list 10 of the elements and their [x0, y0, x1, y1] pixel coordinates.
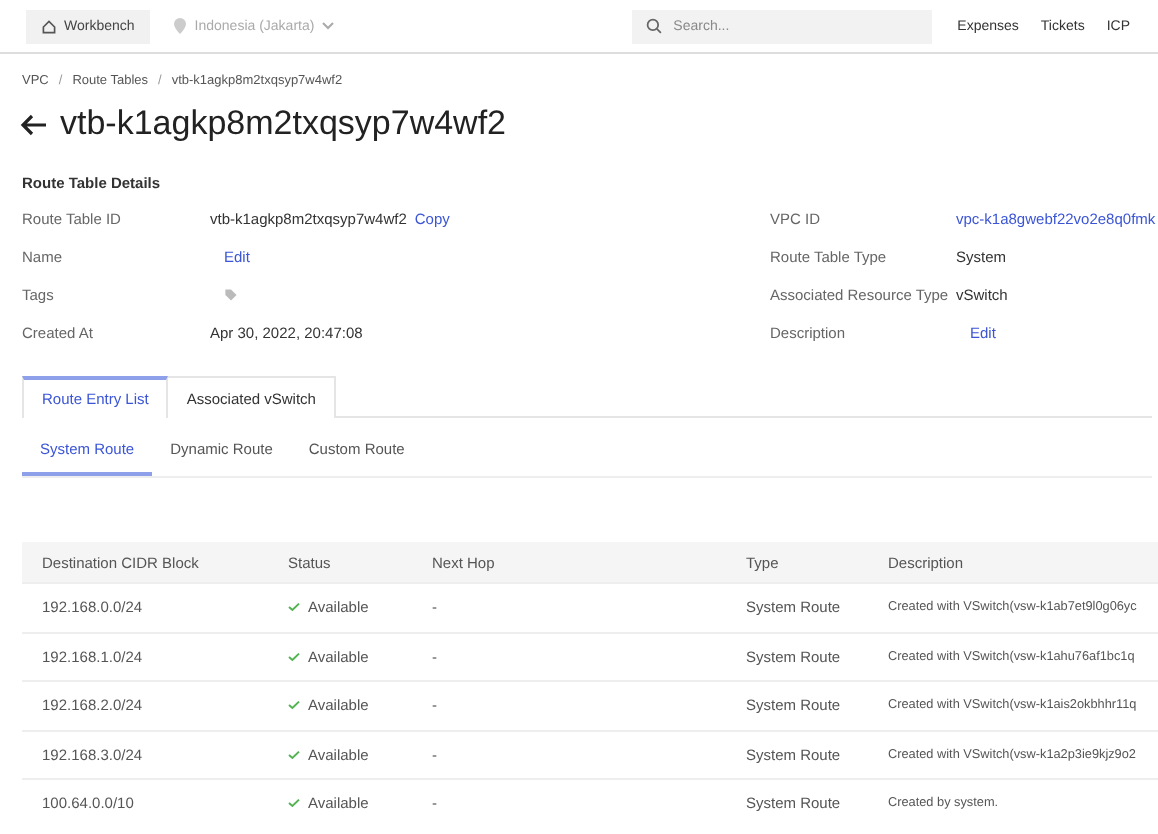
location-pin-icon [174, 18, 187, 34]
home-icon [42, 19, 56, 33]
check-icon [288, 602, 300, 613]
page-title: vtb-k1agkp8m2txqsyp7w4wf2 [60, 104, 507, 144]
back-arrow-icon[interactable] [20, 113, 48, 135]
check-icon [288, 798, 300, 809]
check-icon [288, 700, 300, 711]
check-icon [288, 651, 300, 662]
check-icon [288, 749, 300, 760]
chevron-down-icon [322, 22, 335, 30]
